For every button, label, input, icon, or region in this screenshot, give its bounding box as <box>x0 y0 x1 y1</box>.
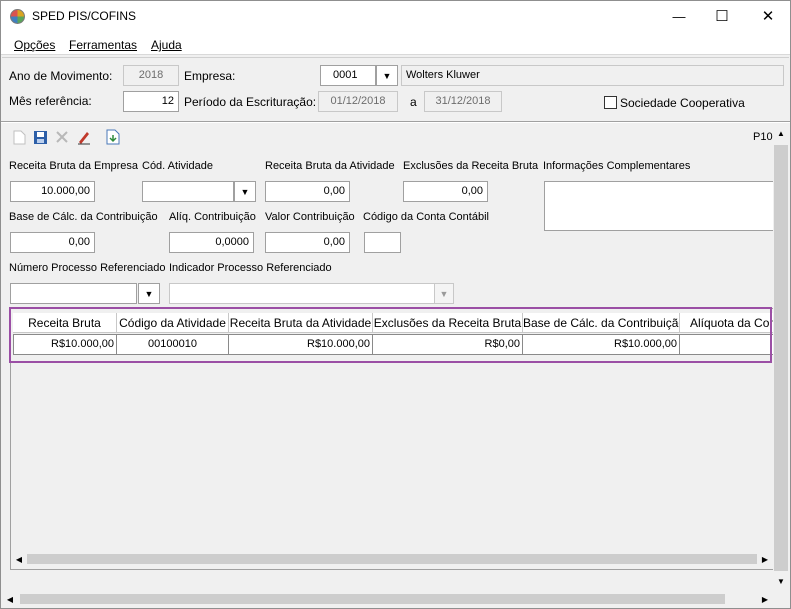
cod-atividade-field[interactable] <box>142 181 234 202</box>
info-complementares-label: Informações Complementares <box>543 160 691 172</box>
horizontal-scrollbar[interactable]: ◀ ▶ <box>2 591 773 607</box>
exclusoes-label: Exclusões da Receita Bruta <box>403 160 539 172</box>
grid-highlight-box <box>9 307 772 363</box>
valor-contribuicao-label: Valor Contribuição <box>265 211 355 223</box>
empresa-code-field[interactable]: 0001 <box>320 65 376 86</box>
chevron-down-icon: ▼ <box>439 288 449 299</box>
indicador-processo-field <box>169 283 437 304</box>
base-calc-label: Base de Cálc. da Contribuição <box>9 211 158 223</box>
minimize-button[interactable]: — <box>656 1 702 31</box>
chevron-down-icon: ▼ <box>382 70 392 81</box>
scroll-right-icon[interactable]: ▶ <box>757 591 773 607</box>
codigo-conta-label: Código da Conta Contábil <box>363 211 489 223</box>
new-icon[interactable] <box>10 128 28 146</box>
grid-horizontal-scrollbar[interactable]: ◀ ▶ <box>11 551 773 567</box>
scroll-left-icon[interactable]: ◀ <box>2 591 18 607</box>
delete-icon[interactable] <box>53 128 71 146</box>
indicador-processo-label: Indicador Processo Referenciado <box>169 262 332 274</box>
receita-bruta-atividade-label: Receita Bruta da Atividade <box>265 160 395 172</box>
scroll-up-icon[interactable]: ▲ <box>773 125 789 141</box>
numero-processo-field[interactable] <box>10 283 137 304</box>
window-title: SPED PIS/COFINS <box>32 9 137 23</box>
mes-referencia-label: Mês referência: <box>9 94 92 108</box>
save-icon[interactable] <box>31 128 49 146</box>
menu-ajuda[interactable]: Ajuda <box>151 38 182 52</box>
menu-ferramentas[interactable]: Ferramentas <box>69 38 137 52</box>
export-icon[interactable] <box>104 128 122 146</box>
periodo-separator: a <box>410 95 417 109</box>
title-bar: SPED PIS/COFINS — ☐ ✕ <box>1 1 790 31</box>
scroll-down-icon[interactable]: ▼ <box>773 573 789 589</box>
empresa-name-field: Wolters Kluwer <box>401 65 784 86</box>
periodo-label: Período da Escrituração: <box>184 95 317 109</box>
menu-opcoes[interactable]: Opções <box>14 38 55 52</box>
chevron-down-icon: ▼ <box>240 186 250 197</box>
numero-processo-label: Número Processo Referenciado <box>9 262 166 274</box>
cod-atividade-dropdown-button[interactable]: ▼ <box>234 181 256 202</box>
periodo-fim-field: 31/12/2018 <box>424 91 502 112</box>
empresa-label: Empresa: <box>184 69 236 83</box>
numero-processo-dropdown-button[interactable]: ▼ <box>138 283 160 304</box>
scroll-thumb[interactable] <box>20 594 725 604</box>
menu-bar: Opções Ferramentas Ajuda <box>1 31 790 55</box>
indicador-processo-dropdown-button: ▼ <box>434 283 454 304</box>
sociedade-cooperativa-checkbox[interactable] <box>604 96 617 109</box>
exclusoes-field[interactable]: 0,00 <box>403 181 488 202</box>
ano-movimento-field[interactable]: 2018 <box>123 65 179 86</box>
mes-referencia-field[interactable]: 12 <box>123 91 179 112</box>
aliq-field[interactable]: 0,0000 <box>169 232 254 253</box>
info-complementares-textarea[interactable] <box>544 181 774 231</box>
aliq-label: Alíq. Contribuição <box>169 211 256 223</box>
cod-atividade-label: Cód. Atividade <box>142 160 213 172</box>
chevron-down-icon: ▼ <box>144 288 154 299</box>
codigo-conta-field[interactable] <box>364 232 401 253</box>
receita-bruta-empresa-field[interactable]: 10.000,00 <box>10 181 95 202</box>
receita-bruta-atividade-field[interactable]: 0,00 <box>265 181 350 202</box>
vertical-scroll-thumb[interactable] <box>774 145 788 571</box>
empresa-dropdown-button[interactable]: ▼ <box>376 65 398 86</box>
edit-icon[interactable] <box>75 128 93 146</box>
minimize-icon: — <box>672 8 686 24</box>
sociedade-cooperativa-label: Sociedade Cooperativa <box>620 96 745 110</box>
scroll-right-icon[interactable]: ▶ <box>757 551 773 567</box>
close-icon: ✕ <box>761 8 775 25</box>
toolbar-right-label: P10 <box>753 131 773 143</box>
scroll-thumb[interactable] <box>27 554 757 564</box>
periodo-inicio-field: 01/12/2018 <box>318 91 398 112</box>
base-calc-field[interactable]: 0,00 <box>10 232 95 253</box>
scroll-left-icon[interactable]: ◀ <box>11 551 27 567</box>
maximize-icon: ☐ <box>715 8 729 25</box>
valor-contribuicao-field[interactable]: 0,00 <box>265 232 350 253</box>
separator <box>1 121 790 123</box>
ano-movimento-label: Ano de Movimento: <box>9 69 113 83</box>
close-button[interactable]: ✕ <box>745 1 790 31</box>
receita-bruta-empresa-label: Receita Bruta da Empresa <box>9 160 139 172</box>
app-window: SPED PIS/COFINS — ☐ ✕ Opções Ferramentas… <box>0 0 791 609</box>
maximize-button[interactable]: ☐ <box>699 1 745 31</box>
app-logo-icon <box>10 9 25 24</box>
